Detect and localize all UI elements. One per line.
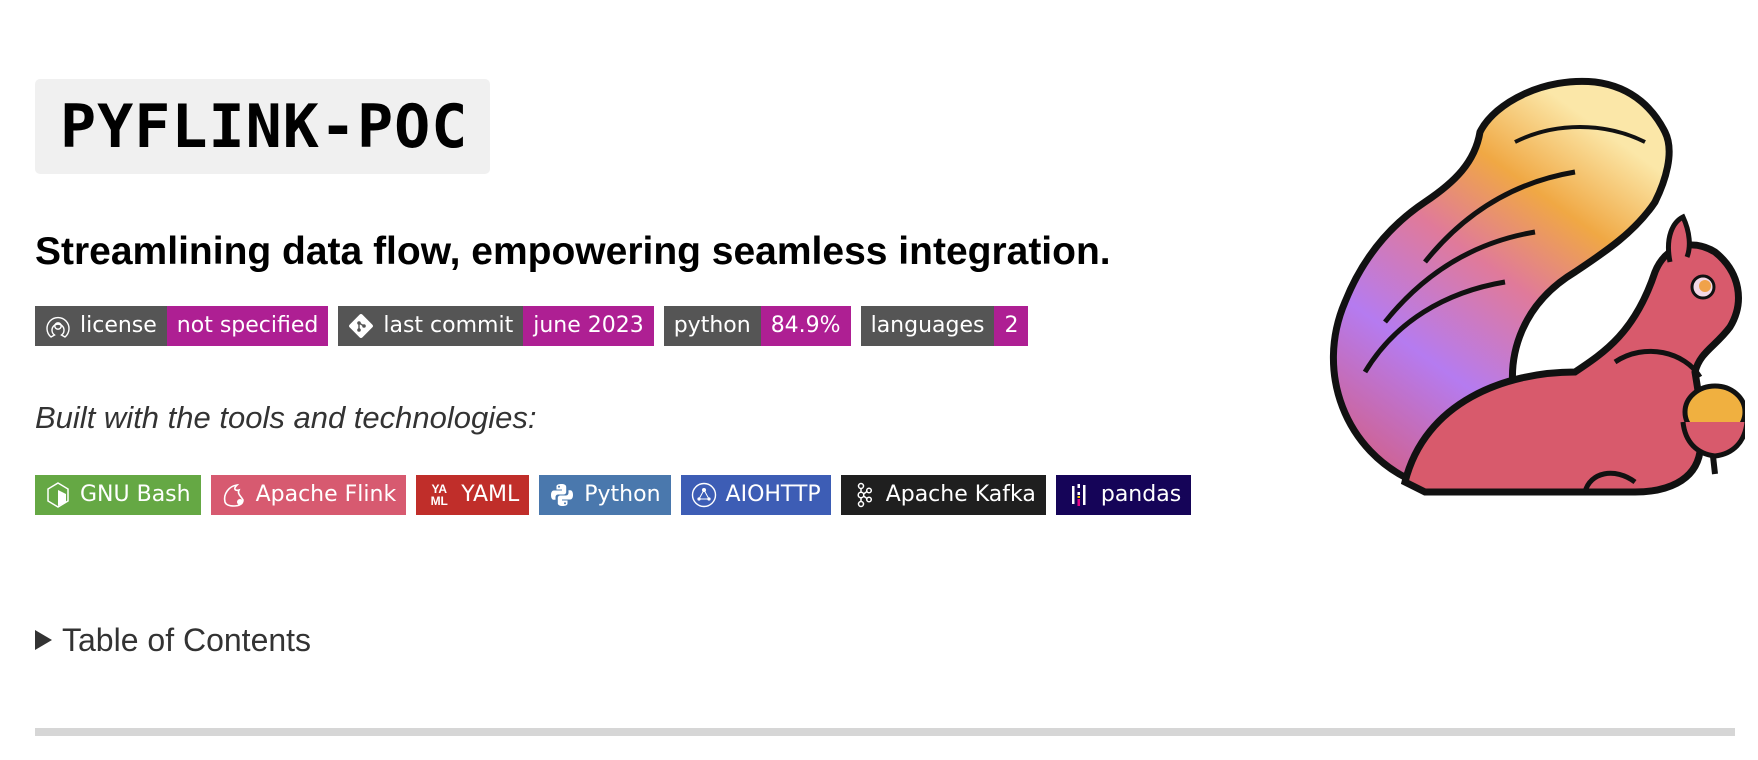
languages-badge[interactable]: languages 2 (860, 306, 1029, 346)
tech-badge-python[interactable]: Python (539, 475, 671, 515)
disclosure-triangle-icon (35, 630, 52, 650)
apache-flink-icon (221, 482, 247, 508)
table-of-contents-toggle[interactable]: Table of Contents (35, 620, 311, 660)
tech-badge-yaml[interactable]: YA ML YAML (416, 475, 530, 515)
gnu-bash-icon (45, 482, 71, 508)
yaml-icon: YA ML (430, 482, 448, 508)
last-commit-badge[interactable]: last commit june 2023 (338, 306, 654, 346)
python-percent-badge[interactable]: python 84.9% (663, 306, 851, 346)
toc-label: Table of Contents (62, 622, 312, 658)
tech-badge-aiohttp[interactable]: AIOHTTP (680, 475, 831, 515)
meta-badges: license not specified last commit june 2… (35, 306, 1029, 346)
apache-kafka-icon (851, 482, 877, 508)
project-title: PYFLINK-POC (60, 92, 469, 162)
license-badge[interactable]: license not specified (35, 306, 329, 346)
git-icon (348, 313, 374, 339)
python-icon (549, 482, 575, 508)
tech-badges: GNU Bash Apache Flink YAML YAML Python (35, 475, 1192, 515)
project-title-box: PYFLINK-POC (35, 79, 490, 174)
open-source-icon (45, 313, 71, 339)
apache-flink-squirrel-logo (1305, 72, 1750, 512)
tech-badge-gnu-bash[interactable]: GNU Bash (35, 475, 201, 515)
tagline: Streamlining data flow, empowering seaml… (35, 230, 1111, 273)
horizontal-rule (35, 728, 1735, 736)
tech-badge-pandas[interactable]: pandas (1055, 475, 1192, 515)
aiohttp-icon (691, 482, 717, 508)
tech-badge-apache-kafka[interactable]: Apache Kafka (840, 475, 1046, 515)
pandas-icon (1066, 482, 1092, 508)
built-with-heading: Built with the tools and technologies: (35, 400, 537, 435)
tech-badge-apache-flink[interactable]: Apache Flink (210, 475, 407, 515)
